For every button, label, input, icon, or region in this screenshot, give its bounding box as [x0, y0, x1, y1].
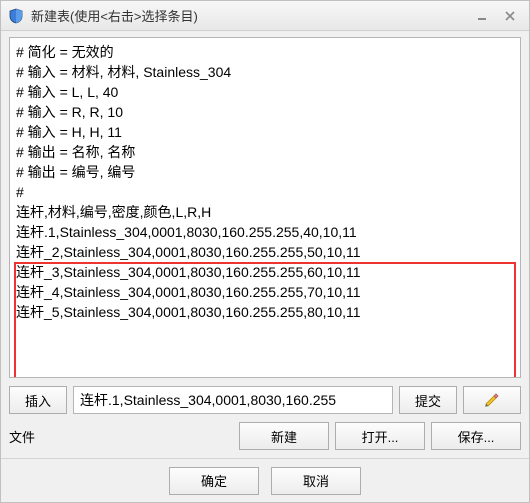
- dialog-buttons: 确定 取消: [1, 458, 529, 502]
- minimize-button[interactable]: [469, 7, 495, 25]
- text-line: 连杆_3,Stainless_304,0001,8030,160.255.255…: [16, 262, 514, 282]
- window-title: 新建表(使用<右击>选择条目): [31, 6, 467, 25]
- new-button[interactable]: 新建: [239, 422, 329, 450]
- file-label: 文件: [9, 427, 59, 446]
- text-line: # 输入 = R, R, 10: [16, 102, 514, 122]
- entry-input[interactable]: [73, 386, 393, 414]
- text-line: 连杆_4,Stainless_304,0001,8030,160.255.255…: [16, 282, 514, 302]
- content-area: # 简化 = 无效的 # 输入 = 材料, 材料, Stainless_304 …: [1, 31, 529, 458]
- text-line: 连杆.1,Stainless_304,0001,8030,160.255.255…: [16, 222, 514, 242]
- file-row: 文件 新建 打开... 保存...: [9, 422, 521, 450]
- insert-button[interactable]: 插入: [9, 386, 67, 414]
- text-line: # 简化 = 无效的: [16, 42, 514, 62]
- insert-row: 插入 提交: [9, 386, 521, 414]
- text-line: # 输入 = L, L, 40: [16, 82, 514, 102]
- titlebar: 新建表(使用<右击>选择条目): [1, 1, 529, 31]
- close-button[interactable]: [497, 7, 523, 25]
- text-line: # 输出 = 名称, 名称: [16, 142, 514, 162]
- cancel-button[interactable]: 取消: [271, 467, 361, 495]
- app-icon: [7, 7, 25, 25]
- text-line: 连杆_5,Stainless_304,0001,8030,160.255.255…: [16, 302, 514, 322]
- table-text-area[interactable]: # 简化 = 无效的 # 输入 = 材料, 材料, Stainless_304 …: [9, 37, 521, 378]
- text-line: # 输出 = 编号, 编号: [16, 162, 514, 182]
- submit-button[interactable]: 提交: [399, 386, 457, 414]
- ok-button[interactable]: 确定: [169, 467, 259, 495]
- open-button[interactable]: 打开...: [335, 422, 425, 450]
- text-line: 连杆,材料,编号,密度,颜色,L,R,H: [16, 202, 514, 222]
- pencil-icon: [484, 392, 500, 408]
- text-line: # 输入 = 材料, 材料, Stainless_304: [16, 62, 514, 82]
- save-button[interactable]: 保存...: [431, 422, 521, 450]
- text-line: #: [16, 182, 514, 202]
- text-line: 连杆_2,Stainless_304,0001,8030,160.255.255…: [16, 242, 514, 262]
- edit-button[interactable]: [463, 386, 521, 414]
- dialog-window: 新建表(使用<右击>选择条目) # 简化 = 无效的 # 输入 = 材料, 材料…: [0, 0, 530, 503]
- text-line: # 输入 = H, H, 11: [16, 122, 514, 142]
